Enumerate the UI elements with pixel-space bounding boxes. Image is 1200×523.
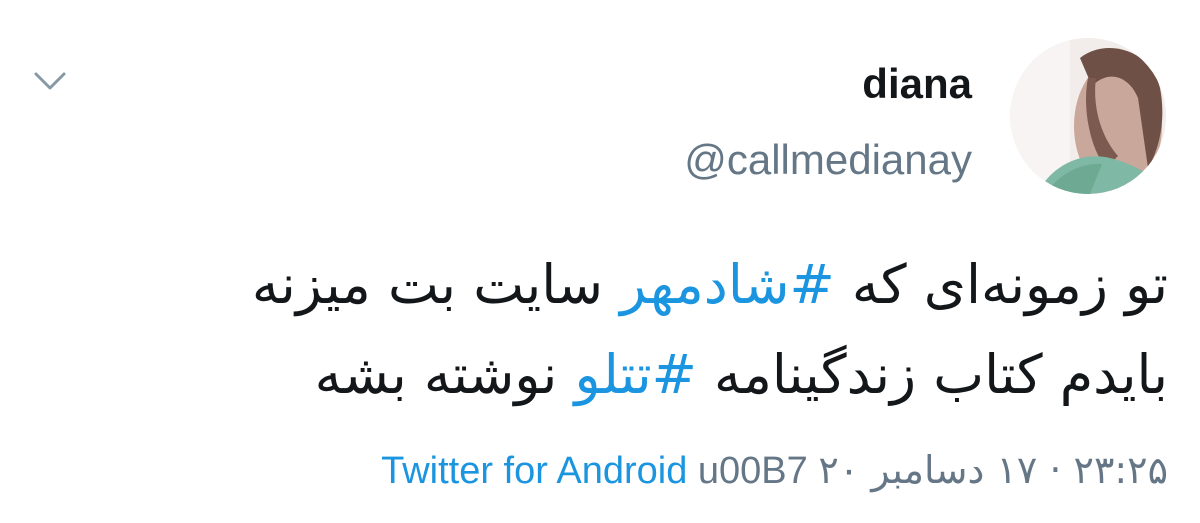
tweet-line: تو زمونه‌ای که #شادمهر سایت بت میزنه: [48, 240, 1168, 330]
tweet-text: تو زمونه‌ای که #شادمهر سایت بت میزنه بای…: [48, 240, 1168, 420]
tweet-text-segment: بایدم کتاب زندگینامه: [696, 343, 1168, 406]
tweet-meta: Twitter for Android u00B7 ۲۳:۲۵ · ۱۷ دسا…: [381, 440, 1168, 501]
tweet-timestamp[interactable]: ۲۳:۲۵ · ۱۷ دسامبر ۲۰: [818, 440, 1168, 500]
display-name[interactable]: diana: [862, 56, 972, 112]
meta-separator: u00B7: [697, 450, 808, 492]
user-handle[interactable]: @callmedianay: [684, 132, 972, 188]
tweet-text-segment: سایت بت میزنه: [251, 253, 621, 316]
avatar[interactable]: [1010, 38, 1166, 194]
tweet-text-segment: نوشته بشه: [314, 343, 575, 406]
source-link[interactable]: Twitter for Android: [381, 450, 687, 492]
hashtag-link[interactable]: #تتلو: [575, 343, 697, 406]
hashtag-link[interactable]: #شادمهر: [620, 253, 835, 316]
tweet-text-segment: تو زمونه‌ای که: [834, 253, 1168, 316]
chevron-down-icon[interactable]: [30, 64, 70, 98]
tweet-line: بایدم کتاب زندگینامه #تتلو نوشته بشه: [48, 330, 1168, 420]
